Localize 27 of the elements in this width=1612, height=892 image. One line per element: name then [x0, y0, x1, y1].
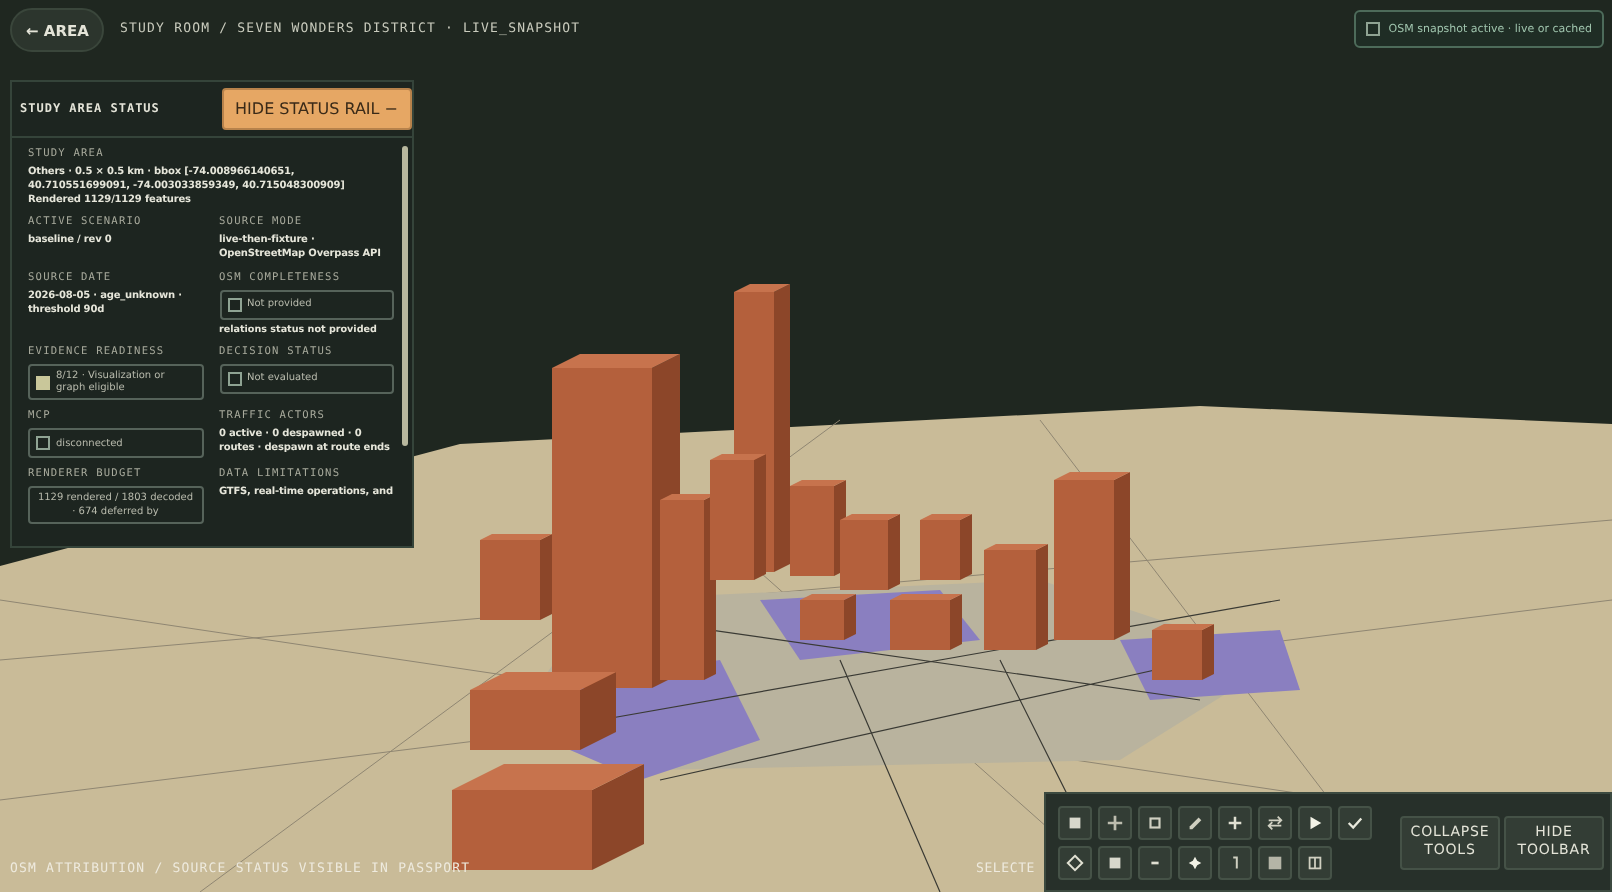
- tool-button[interactable]: [1058, 805, 1092, 839]
- tool-button[interactable]: [1058, 845, 1092, 879]
- tool-button[interactable]: [1258, 805, 1292, 839]
- tool-button[interactable]: [1218, 805, 1252, 839]
- tool-button[interactable]: [1138, 805, 1172, 839]
- tool-button[interactable]: [1098, 845, 1132, 879]
- tool-button[interactable]: [1298, 805, 1332, 839]
- frame-icon: [1146, 813, 1164, 831]
- scrollbar[interactable]: [402, 146, 408, 446]
- check-icon: [1346, 813, 1364, 831]
- tool-button[interactable]: [1338, 805, 1372, 839]
- square-icon: [1106, 853, 1124, 871]
- pencil-icon: [1186, 813, 1204, 831]
- diamond-icon: [1066, 853, 1084, 871]
- tool-button[interactable]: [1178, 805, 1212, 839]
- panel-icon: [1306, 853, 1324, 871]
- plus-icon: [1226, 813, 1244, 831]
- play-icon: [1306, 813, 1324, 831]
- hide-rail-button[interactable]: HIDE STATUS RAIL −: [221, 88, 412, 130]
- tool-button[interactable]: [1178, 845, 1212, 879]
- swap-icon: [1266, 813, 1284, 831]
- tool-button[interactable]: [1218, 845, 1252, 879]
- sparkle-icon: [1186, 853, 1204, 871]
- tool-button[interactable]: [1258, 845, 1292, 879]
- tool-button[interactable]: [1298, 845, 1332, 879]
- tool-button[interactable]: [1098, 805, 1132, 839]
- square-icon: [1066, 813, 1084, 831]
